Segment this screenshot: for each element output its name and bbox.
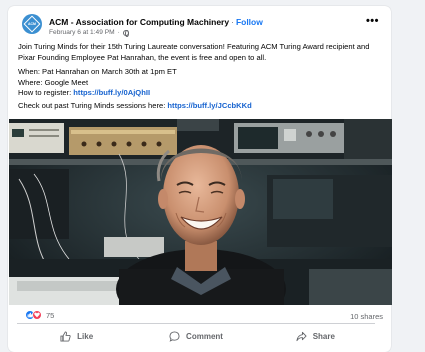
follow-button[interactable]: Follow	[236, 17, 263, 27]
comment-button[interactable]: Comment	[136, 326, 255, 346]
post-meta: February 6 at 1:49 PM ·	[49, 29, 130, 37]
past-sessions-label: Check out past Turing Minds sessions her…	[18, 101, 168, 110]
where-line: Where: Google Meet	[18, 77, 89, 87]
header-separator: ·	[231, 17, 234, 27]
globe-icon	[122, 29, 130, 37]
share-icon	[296, 331, 307, 341]
like-icon	[60, 330, 71, 342]
share-label: Share	[312, 331, 335, 341]
post-header: ACM - Association for Computing Machiner…	[49, 17, 263, 27]
lab-portrait-image	[9, 119, 392, 305]
when-line: When: Pat Hanrahan on March 30th at 1pm …	[18, 67, 177, 76]
past-sessions-link[interactable]: https://buff.ly/JCcbKKd	[167, 101, 251, 110]
org-name-link[interactable]: ACM - Association for Computing Machiner…	[49, 17, 229, 27]
action-bar: Like Comment Share	[17, 326, 375, 346]
post-date-link[interactable]: February 6 at 1:49 PM	[49, 29, 115, 36]
reaction-count: 75	[46, 310, 55, 320]
more-icon[interactable]: •••	[366, 15, 379, 27]
past-sessions-line: Check out past Turing Minds sessions her…	[18, 101, 374, 112]
register-label: How to register:	[18, 88, 74, 98]
action-divider	[17, 323, 375, 324]
register-line: How to register: https://buff.ly/0AjQhII	[18, 88, 374, 99]
like-button[interactable]: Like	[17, 326, 136, 346]
acm-logo-icon[interactable]: ACM	[22, 14, 42, 34]
like-label: Like	[77, 331, 94, 341]
post-photo[interactable]	[9, 119, 392, 305]
share-button[interactable]: Share	[256, 326, 375, 346]
register-link[interactable]: https://buff.ly/0AjQhII	[73, 88, 150, 97]
comment-icon	[169, 330, 180, 342]
post-body-details: When: Pat Hanrahan on March 30th at 1pm …	[18, 67, 374, 99]
meta-separator: ·	[117, 29, 120, 36]
shares-count[interactable]: 10 shares	[350, 312, 383, 321]
post-body-intro: Join Turing Minds for their 15th Turing …	[18, 42, 370, 62]
comment-label: Comment	[186, 331, 223, 341]
love-reaction-icon	[32, 310, 42, 320]
reactions-summary[interactable]: 75	[25, 310, 54, 320]
